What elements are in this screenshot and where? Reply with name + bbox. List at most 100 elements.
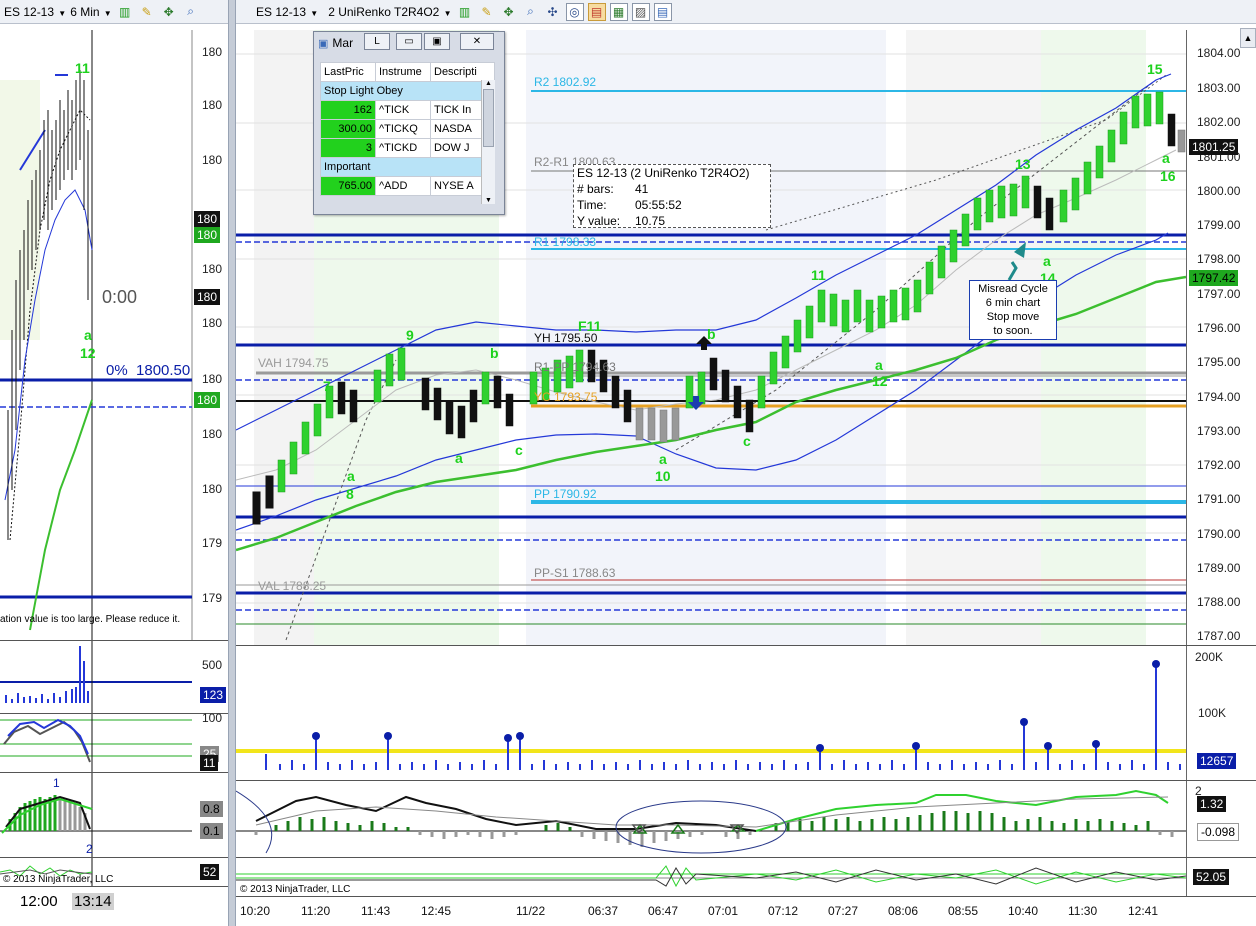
right-y-label: 1804.00	[1197, 46, 1241, 60]
chevron-down-icon: ▼	[441, 8, 452, 18]
right-y-label: 1795.00	[1197, 355, 1241, 369]
chart-splitter[interactable]	[228, 0, 236, 926]
zoom-icon[interactable]: ⌕	[182, 3, 200, 21]
column-header-lastprice[interactable]: LastPric	[320, 62, 376, 82]
left-x-axis-divider	[0, 886, 228, 887]
crosshair-icon[interactable]: ✥	[160, 3, 178, 21]
x-tick-label: 11:43	[361, 904, 391, 918]
right-osc2-tag: 52.05	[1193, 869, 1230, 885]
minimize-icon[interactable]: ▭	[396, 33, 422, 50]
left-osc1-panel[interactable]	[0, 714, 192, 772]
left-osc2-marker: 2	[86, 842, 93, 856]
crosshair-icon[interactable]: ✥	[500, 3, 518, 21]
link-button[interactable]: L	[364, 33, 390, 50]
left-price-chart[interactable]	[0, 30, 228, 640]
left-y-label: 180	[202, 45, 223, 59]
level-r1: R1 1798.33	[534, 235, 597, 249]
wave-marker-9: 9	[406, 327, 414, 343]
wave-marker-a: a	[659, 451, 667, 467]
left-osc1-axis: 100	[202, 711, 223, 725]
right-osc2-axis-line	[1186, 858, 1187, 896]
group-row[interactable]: Important	[320, 157, 495, 177]
column-header-instrument[interactable]: Instrume	[375, 62, 431, 82]
left-marker-a: a	[84, 327, 92, 343]
scroll-up-icon[interactable]: ▲	[482, 80, 495, 87]
scroll-down-icon[interactable]: ▼	[482, 197, 495, 204]
annotation-note[interactable]: Misread Cycle 6 min chart Stop move to s…	[969, 280, 1057, 340]
market-analyzer-grid[interactable]: LastPric Instrume Descripti Stop Light O…	[320, 62, 495, 196]
maximize-icon[interactable]: ▣	[424, 33, 450, 50]
right-osc2-panel[interactable]	[236, 858, 1186, 896]
table-row[interactable]: 162 ^TICK TICK In	[320, 100, 495, 120]
right-volume-tag: 12657	[1197, 753, 1237, 769]
x-tick-label: 07:27	[828, 904, 859, 918]
left-y-label: 180	[202, 262, 223, 276]
cell-last-price: 300.00	[320, 119, 376, 139]
scroll-thumb[interactable]	[483, 89, 494, 147]
move-icon[interactable]: ✣	[544, 3, 562, 21]
x-tick-label: 08:06	[888, 904, 919, 918]
left-copyright: © 2013 NinjaTrader, LLC	[3, 874, 114, 885]
right-volume-panel[interactable]	[236, 646, 1186, 780]
bar-style-icon[interactable]: ▥	[116, 3, 134, 21]
right-y-label: 1796.00	[1197, 321, 1241, 335]
wave-marker-a: a	[455, 450, 463, 466]
note-line: to soon.	[993, 325, 1033, 337]
right-chart-toolbar: ES 12-13 ▼ 2 UniRenko T2R4O2 ▼ ▥ ✎ ✥ ⌕ ✣…	[236, 0, 1256, 24]
bar-style-icon[interactable]: ▥	[456, 3, 474, 21]
wave-marker-16: 16	[1160, 168, 1176, 184]
drawing-pencil-icon[interactable]: ✎	[478, 3, 496, 21]
right-osc1-axis-line	[1186, 781, 1187, 857]
x-tick-label: 06:37	[588, 904, 619, 918]
chart-image-icon[interactable]: ▨	[631, 2, 650, 21]
cell-instrument: ^TICK	[375, 100, 431, 120]
group-row[interactable]: Stop Light Obey	[320, 81, 495, 101]
drawing-pencil-icon[interactable]: ✎	[138, 3, 156, 21]
cell-last-price: 162	[320, 100, 376, 120]
right-bar-type-selector[interactable]: 2 UniRenko T2R4O2 ▼	[328, 5, 451, 19]
tooltip-yvalue: Y value: 10.75	[577, 214, 666, 228]
left-y-label: 180	[202, 482, 223, 496]
left-x-label: 12:00	[20, 893, 58, 910]
table-row[interactable]: 300.00 ^TICKQ NASDA	[320, 119, 495, 139]
right-axis-line	[1186, 30, 1187, 645]
right-y-label: 1787.00	[1197, 629, 1241, 643]
market-analyzer-window[interactable]: ▣ Mar L ▭ ▣ ✕ LastPric Instrume Descript…	[313, 31, 505, 215]
left-chart-toolbar: ES 12-13 ▼ 6 Min ▼ ▥ ✎ ✥ ⌕	[0, 0, 228, 24]
left-volume-panel[interactable]	[0, 641, 192, 713]
left-instrument-selector[interactable]: ES 12-13 ▼	[4, 5, 66, 19]
tooltip-series: ES 12-13 (2 UniRenko T2R4O2)	[577, 166, 750, 180]
table-row[interactable]: 765.00 ^ADD NYSE A	[320, 176, 495, 196]
zoom-icon[interactable]: ⌕	[522, 3, 540, 21]
x-tick-label: 12:41	[1128, 904, 1159, 918]
left-y-label: 180	[202, 427, 223, 441]
column-header-description[interactable]: Descripti	[430, 62, 495, 82]
scroll-up-button[interactable]: ▲	[1240, 28, 1256, 48]
grid-scrollbar[interactable]: ▲ ▼	[481, 80, 495, 204]
table-row[interactable]: 3 ^TICKD DOW J	[320, 138, 495, 158]
level-r1pp: R1-PP 1794.63	[534, 360, 616, 374]
indicators-icon[interactable]: ▤	[587, 2, 606, 21]
right-x-axis-divider	[236, 896, 1256, 897]
wave-marker-8: 8	[346, 486, 354, 502]
properties-icon[interactable]: ▤	[653, 2, 672, 21]
cell-last-price: 765.00	[320, 176, 376, 196]
close-icon[interactable]: ✕	[460, 33, 494, 50]
right-y-label: 1799.00	[1197, 218, 1241, 232]
cell-instrument: ^ADD	[375, 176, 431, 196]
right-y-label: 1790.00	[1197, 527, 1241, 541]
left-price-tag: 180	[194, 392, 221, 408]
right-instrument-selector[interactable]: ES 12-13 ▼	[256, 5, 318, 19]
ma-price-tag: 1797.42	[1189, 270, 1239, 286]
right-y-label: 1803.00	[1197, 81, 1241, 95]
x-tick-label: 07:01	[708, 904, 739, 918]
left-osc2-panel[interactable]	[0, 773, 192, 857]
right-osc1-panel[interactable]	[236, 781, 1186, 857]
strategies-icon[interactable]: ▦	[609, 2, 628, 21]
market-analyzer-titlebar[interactable]: ▣ Mar L ▭ ▣ ✕	[314, 32, 504, 54]
wave-marker-15: 15	[1147, 61, 1163, 77]
x-tick-label: 10:40	[1008, 904, 1039, 918]
left-interval-selector[interactable]: 6 Min ▼	[70, 5, 111, 19]
chevron-down-icon: ▼	[101, 8, 112, 18]
magnify-icon[interactable]: ◎	[565, 2, 584, 21]
